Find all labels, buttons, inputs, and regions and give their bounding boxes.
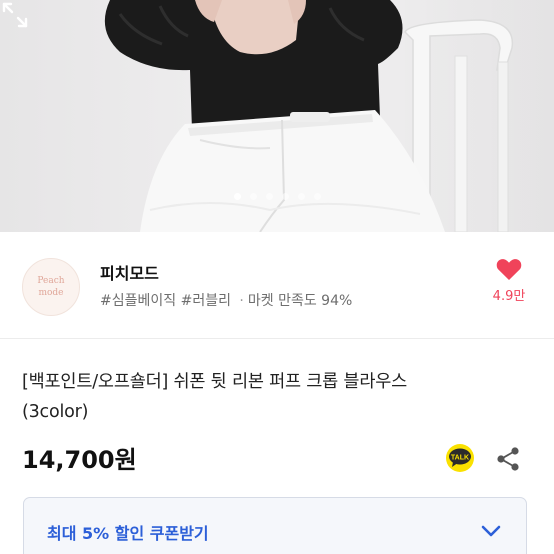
product-title-line: [백포인트/오프숄더] 쉬폰 뒷 리본 퍼프 크롭 블라우스 <box>22 372 408 392</box>
like-button[interactable]: 4.9만 <box>489 258 529 304</box>
product-image[interactable] <box>0 0 554 232</box>
coupon-label: 최대 5% 할인 쿠폰받기 <box>47 524 209 543</box>
carousel-dot[interactable] <box>265 193 273 200</box>
section-divider <box>0 338 554 339</box>
seller-logo-line2: mode <box>38 288 64 298</box>
carousel-dot[interactable] <box>297 193 305 200</box>
seller-logo-line1: Peach <box>37 276 65 286</box>
product-title-line: (3color) <box>22 402 89 422</box>
carousel-dot[interactable] <box>281 193 289 200</box>
carousel-indicator <box>0 193 554 203</box>
seller-tag: #심플베이직 <box>100 293 177 309</box>
coupon-download-button[interactable]: 최대 5% 할인 쿠폰받기 <box>23 497 527 554</box>
tag-separator: · <box>239 293 244 309</box>
product-price: 14,700원 <box>22 446 137 474</box>
seller-tag: #러블리 <box>180 293 231 309</box>
like-count: 4.9만 <box>492 289 526 304</box>
share-icon[interactable] <box>495 446 521 472</box>
carousel-dot[interactable] <box>233 193 241 200</box>
kakaotalk-icon[interactable]: TALK <box>445 444 475 472</box>
seller-info[interactable]: Peach mode 피치모드 #심플베이직 #러블리 · 마켓 만족도 94% … <box>0 232 554 338</box>
product-title: [백포인트/오프숄더] 쉬폰 뒷 리본 퍼프 크롭 블라우스 (3color) <box>22 367 537 427</box>
carousel-dot[interactable] <box>313 193 321 200</box>
heart-icon <box>496 259 522 280</box>
seller-name[interactable]: 피치모드 <box>100 260 159 284</box>
chevron-down-icon <box>481 525 501 537</box>
seller-tags: #심플베이직 #러블리 · 마켓 만족도 94% <box>100 290 352 310</box>
expand-icon[interactable] <box>0 0 30 30</box>
market-satisfaction: 마켓 만족도 94% <box>247 293 353 309</box>
seller-logo[interactable]: Peach mode <box>22 258 80 316</box>
carousel-dot[interactable] <box>249 193 257 200</box>
kakaotalk-label: TALK <box>451 455 469 462</box>
